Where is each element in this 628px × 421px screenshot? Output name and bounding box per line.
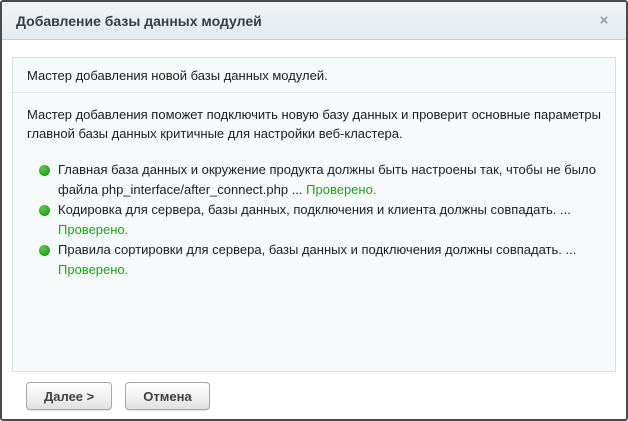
dialog-footer: Далее > Отмена bbox=[26, 382, 616, 410]
check-item: Кодировка для сервера, базы данных, подк… bbox=[39, 200, 601, 240]
status-ok-icon bbox=[39, 245, 50, 256]
check-item: Правила сортировки для сервера, базы дан… bbox=[39, 240, 601, 280]
check-item: Главная база данных и окружение продукта… bbox=[39, 160, 601, 200]
check-text: Кодировка для сервера, базы данных, подк… bbox=[58, 202, 571, 217]
check-list: Главная база данных и окружение продукта… bbox=[39, 160, 601, 280]
dialog-body: Мастер добавления новой базы данных моду… bbox=[2, 40, 626, 410]
status-ok-icon bbox=[39, 205, 50, 216]
wizard-panel: Мастер добавления новой базы данных моду… bbox=[12, 57, 616, 372]
wizard-step-title: Мастер добавления новой базы данных моду… bbox=[13, 58, 615, 93]
close-icon[interactable]: × bbox=[594, 11, 614, 31]
check-text: Правила сортировки для сервера, базы дан… bbox=[58, 242, 576, 257]
next-button[interactable]: Далее > bbox=[26, 382, 112, 410]
check-status: Проверено. bbox=[306, 182, 376, 197]
check-status: Проверено. bbox=[58, 222, 128, 237]
cancel-button[interactable]: Отмена bbox=[125, 382, 209, 410]
dialog-titlebar: Добавление базы данных модулей × bbox=[2, 2, 626, 40]
dialog-title: Добавление базы данных модулей bbox=[16, 13, 594, 29]
status-ok-icon bbox=[39, 165, 50, 176]
wizard-intro: Мастер добавления поможет подключить нов… bbox=[27, 105, 601, 143]
add-module-database-dialog: Добавление базы данных модулей × Мастер … bbox=[0, 0, 628, 421]
wizard-content: Мастер добавления поможет подключить нов… bbox=[13, 93, 615, 280]
check-status: Проверено. bbox=[58, 262, 128, 277]
